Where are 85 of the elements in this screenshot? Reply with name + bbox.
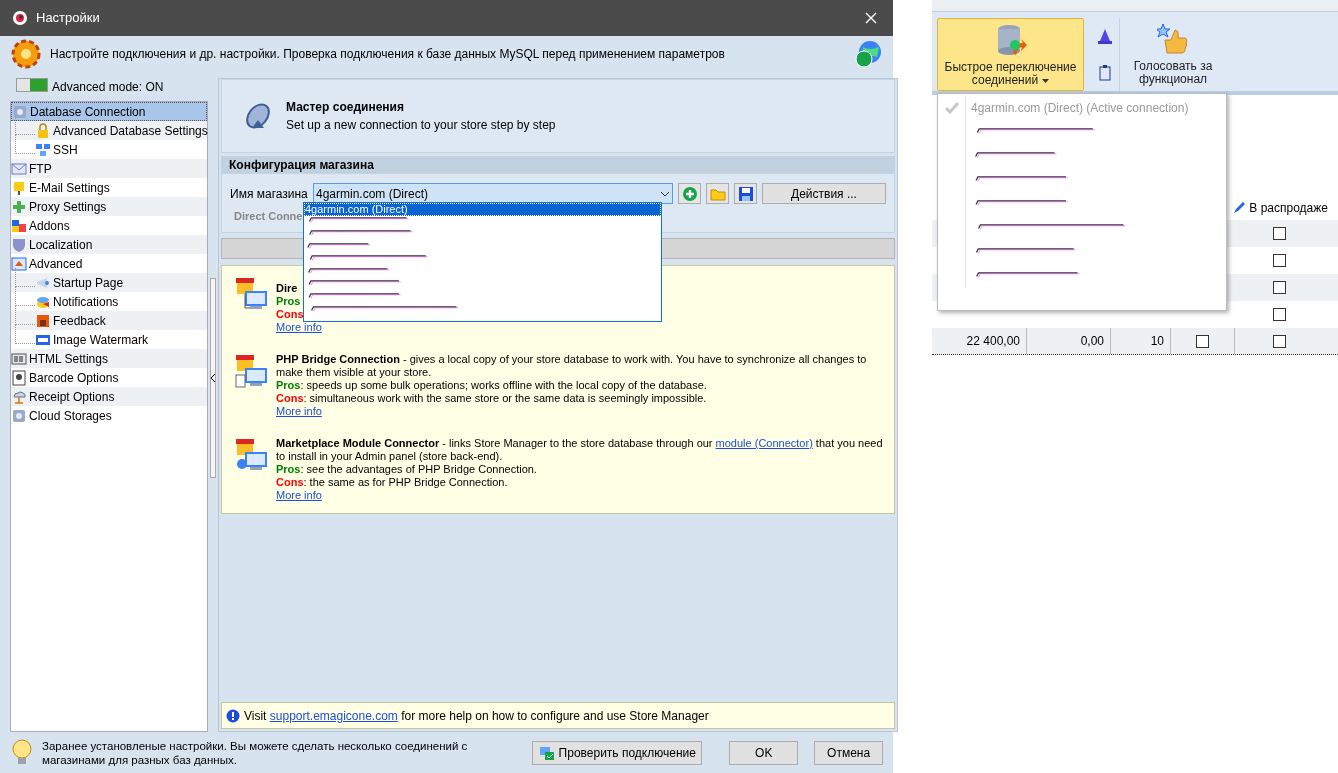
store-computer-icon [234,353,268,389]
info-icon [226,708,240,723]
check-connection-button[interactable]: Проверить подключение [532,740,702,765]
sidebar-item[interactable]: Cloud Storages [11,406,120,425]
network-icon [35,141,51,158]
cons-text: Cons: the same as for PHP Bridge Connection. [276,476,509,489]
dropdown-option[interactable]: 4garmin.com (Direct) [304,203,661,216]
close-icon [865,12,877,24]
house-icon [11,255,27,272]
ok-button[interactable]: OK [729,740,799,765]
section-header: Конфигурация магазина [221,156,895,173]
column-header: В распродаже [1249,199,1328,217]
clipboard-icon [1098,64,1111,81]
gear-icon [10,38,42,70]
toggle-switch[interactable] [16,78,48,92]
sidebar-item[interactable]: Advanced Database Settings [35,121,216,140]
support-link[interactable]: support.emagicone.com [269,708,398,723]
store-computer-puzzle-icon [234,437,268,473]
thumbs-up-icon [1157,22,1189,56]
ribbon-button[interactable]: Быстрое переключение соединений [937,18,1084,91]
pros-text: Pros: see the advantages of PHP Bridge Connection. [276,463,538,476]
cons-text: Cons: simultaneous work with the same store or the same data is seemingly impossible. [276,392,708,405]
hat-icon [1097,28,1112,45]
more-info-link[interactable]: More info [276,489,322,501]
sidebar-item[interactable]: Database Connection [11,102,207,121]
sidebar-item[interactable]: Advanced [11,254,91,273]
wizard-title: Мастер соединения [286,99,405,116]
lock-icon [35,122,51,139]
splitter-handle[interactable] [210,278,216,478]
sidebar-item[interactable]: E-Mail Settings [11,178,118,197]
table-cell: 0,00 [1027,328,1111,354]
network-check-icon [538,744,555,761]
field-label: Имя магазина [230,185,308,203]
connection-description: Dire [276,282,299,295]
cancel-button[interactable]: Отмена [814,740,883,765]
table-cell: 10 [1111,328,1171,354]
envelope-icon [11,160,27,177]
checkbox[interactable] [1273,254,1286,267]
toggle-label: Advanced mode: ON [52,79,164,96]
more-info-link[interactable]: More info [276,405,322,417]
caret-icon [1042,78,1050,83]
shield-icon [11,236,27,253]
cons-text: Cons [276,308,305,321]
sidebar-item[interactable]: Addons [11,216,78,235]
save-button[interactable] [734,183,757,204]
app-logo-icon [12,10,28,26]
flags-icon [11,217,27,234]
database-icon [12,103,28,120]
sidebar-item[interactable]: Image Watermark [35,330,156,349]
support-text: Visit support.emagicone.com for more help on how to configure and use Store Manager [244,707,709,725]
add-icon [681,185,698,202]
window-title: Настройки [36,9,101,28]
connection-type-label: Direct Conne [233,209,303,224]
sign-icon [11,179,27,196]
checkbox[interactable] [1273,227,1286,240]
checkbox[interactable] [1273,308,1286,321]
connection-description: Marketplace Module Connector - links Store Manager to the store database through our module (Connector) that you need to install in your Admin panel (store back-end). [276,437,884,463]
ribbon-button[interactable]: Голосовать за функционал [1126,18,1220,91]
wizard-hat-button[interactable] [1095,27,1114,46]
pros-text: Pros: speeds up some bulk operations; works offline with the local copy of the database. [276,379,708,392]
table-cell: 22 400,00 [932,328,1027,354]
sidebar-item[interactable]: SSH [35,140,86,159]
header-text: Настройте подключения и др. настройки. Проверка подключения к базе данных MySQL перед применением параметров [50,46,726,63]
puzzle-icon [11,198,27,215]
connection-description: PHP Bridge Connection - gives a local copy of your store database to work with. You have to synchronize all changes to make them visible at your store. [276,353,868,379]
hint-text: Заранее установленые настройки. Вы можете сделать несколько соединений с магазинами для разных баз данных. [42,738,469,767]
checkbox[interactable] [1273,281,1286,294]
checkbox[interactable] [1273,334,1286,348]
help-globe-icon [853,39,883,69]
more-info-link[interactable]: More info [276,321,322,333]
connector-link[interactable]: module (Connector) [715,437,813,449]
chevron-left-icon [210,374,216,382]
actions-button[interactable]: Действия ... [762,183,886,204]
pencil-icon [1233,201,1246,214]
chevron-down-icon [660,190,670,197]
checkbox[interactable] [1196,334,1209,348]
sidebar-item[interactable]: Notifications [35,292,127,311]
store-dropdown[interactable]: 4garmin.com (Direct) [313,183,673,204]
database-icon [11,407,27,424]
image-icon [35,312,51,329]
pros-text: Pros [276,295,302,308]
store-computer-icon [234,276,268,312]
wizard-subtitle: Set up a new connection to your store step by step [286,117,556,134]
add-button[interactable] [678,183,701,204]
sidebar-item[interactable]: Barcode Options [11,368,127,387]
